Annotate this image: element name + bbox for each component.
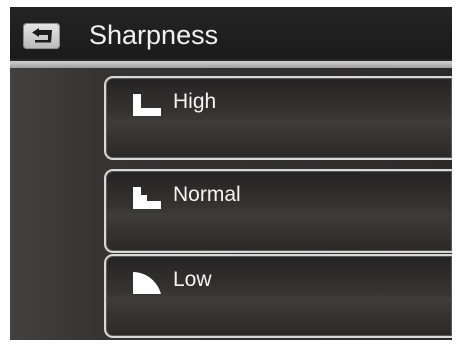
option-normal[interactable]: Normal [104, 169, 452, 253]
page-title: Sharpness [89, 20, 219, 50]
option-low[interactable]: Low [104, 254, 452, 338]
back-button[interactable] [23, 23, 60, 49]
sharpness-normal-icon [133, 187, 161, 209]
header-bar: Sharpness [10, 7, 452, 59]
option-label: Normal [173, 183, 241, 206]
option-label: High [173, 90, 217, 113]
header-divider [10, 61, 452, 68]
sharpness-low-icon [133, 272, 161, 294]
options-panel: High Normal Low [10, 68, 452, 340]
option-high[interactable]: High [104, 76, 452, 160]
camera-screen: Sharpness High Normal Low [10, 7, 452, 340]
sharpness-high-icon [133, 94, 161, 116]
option-label: Low [173, 268, 212, 291]
back-arrow-icon [32, 28, 52, 43]
